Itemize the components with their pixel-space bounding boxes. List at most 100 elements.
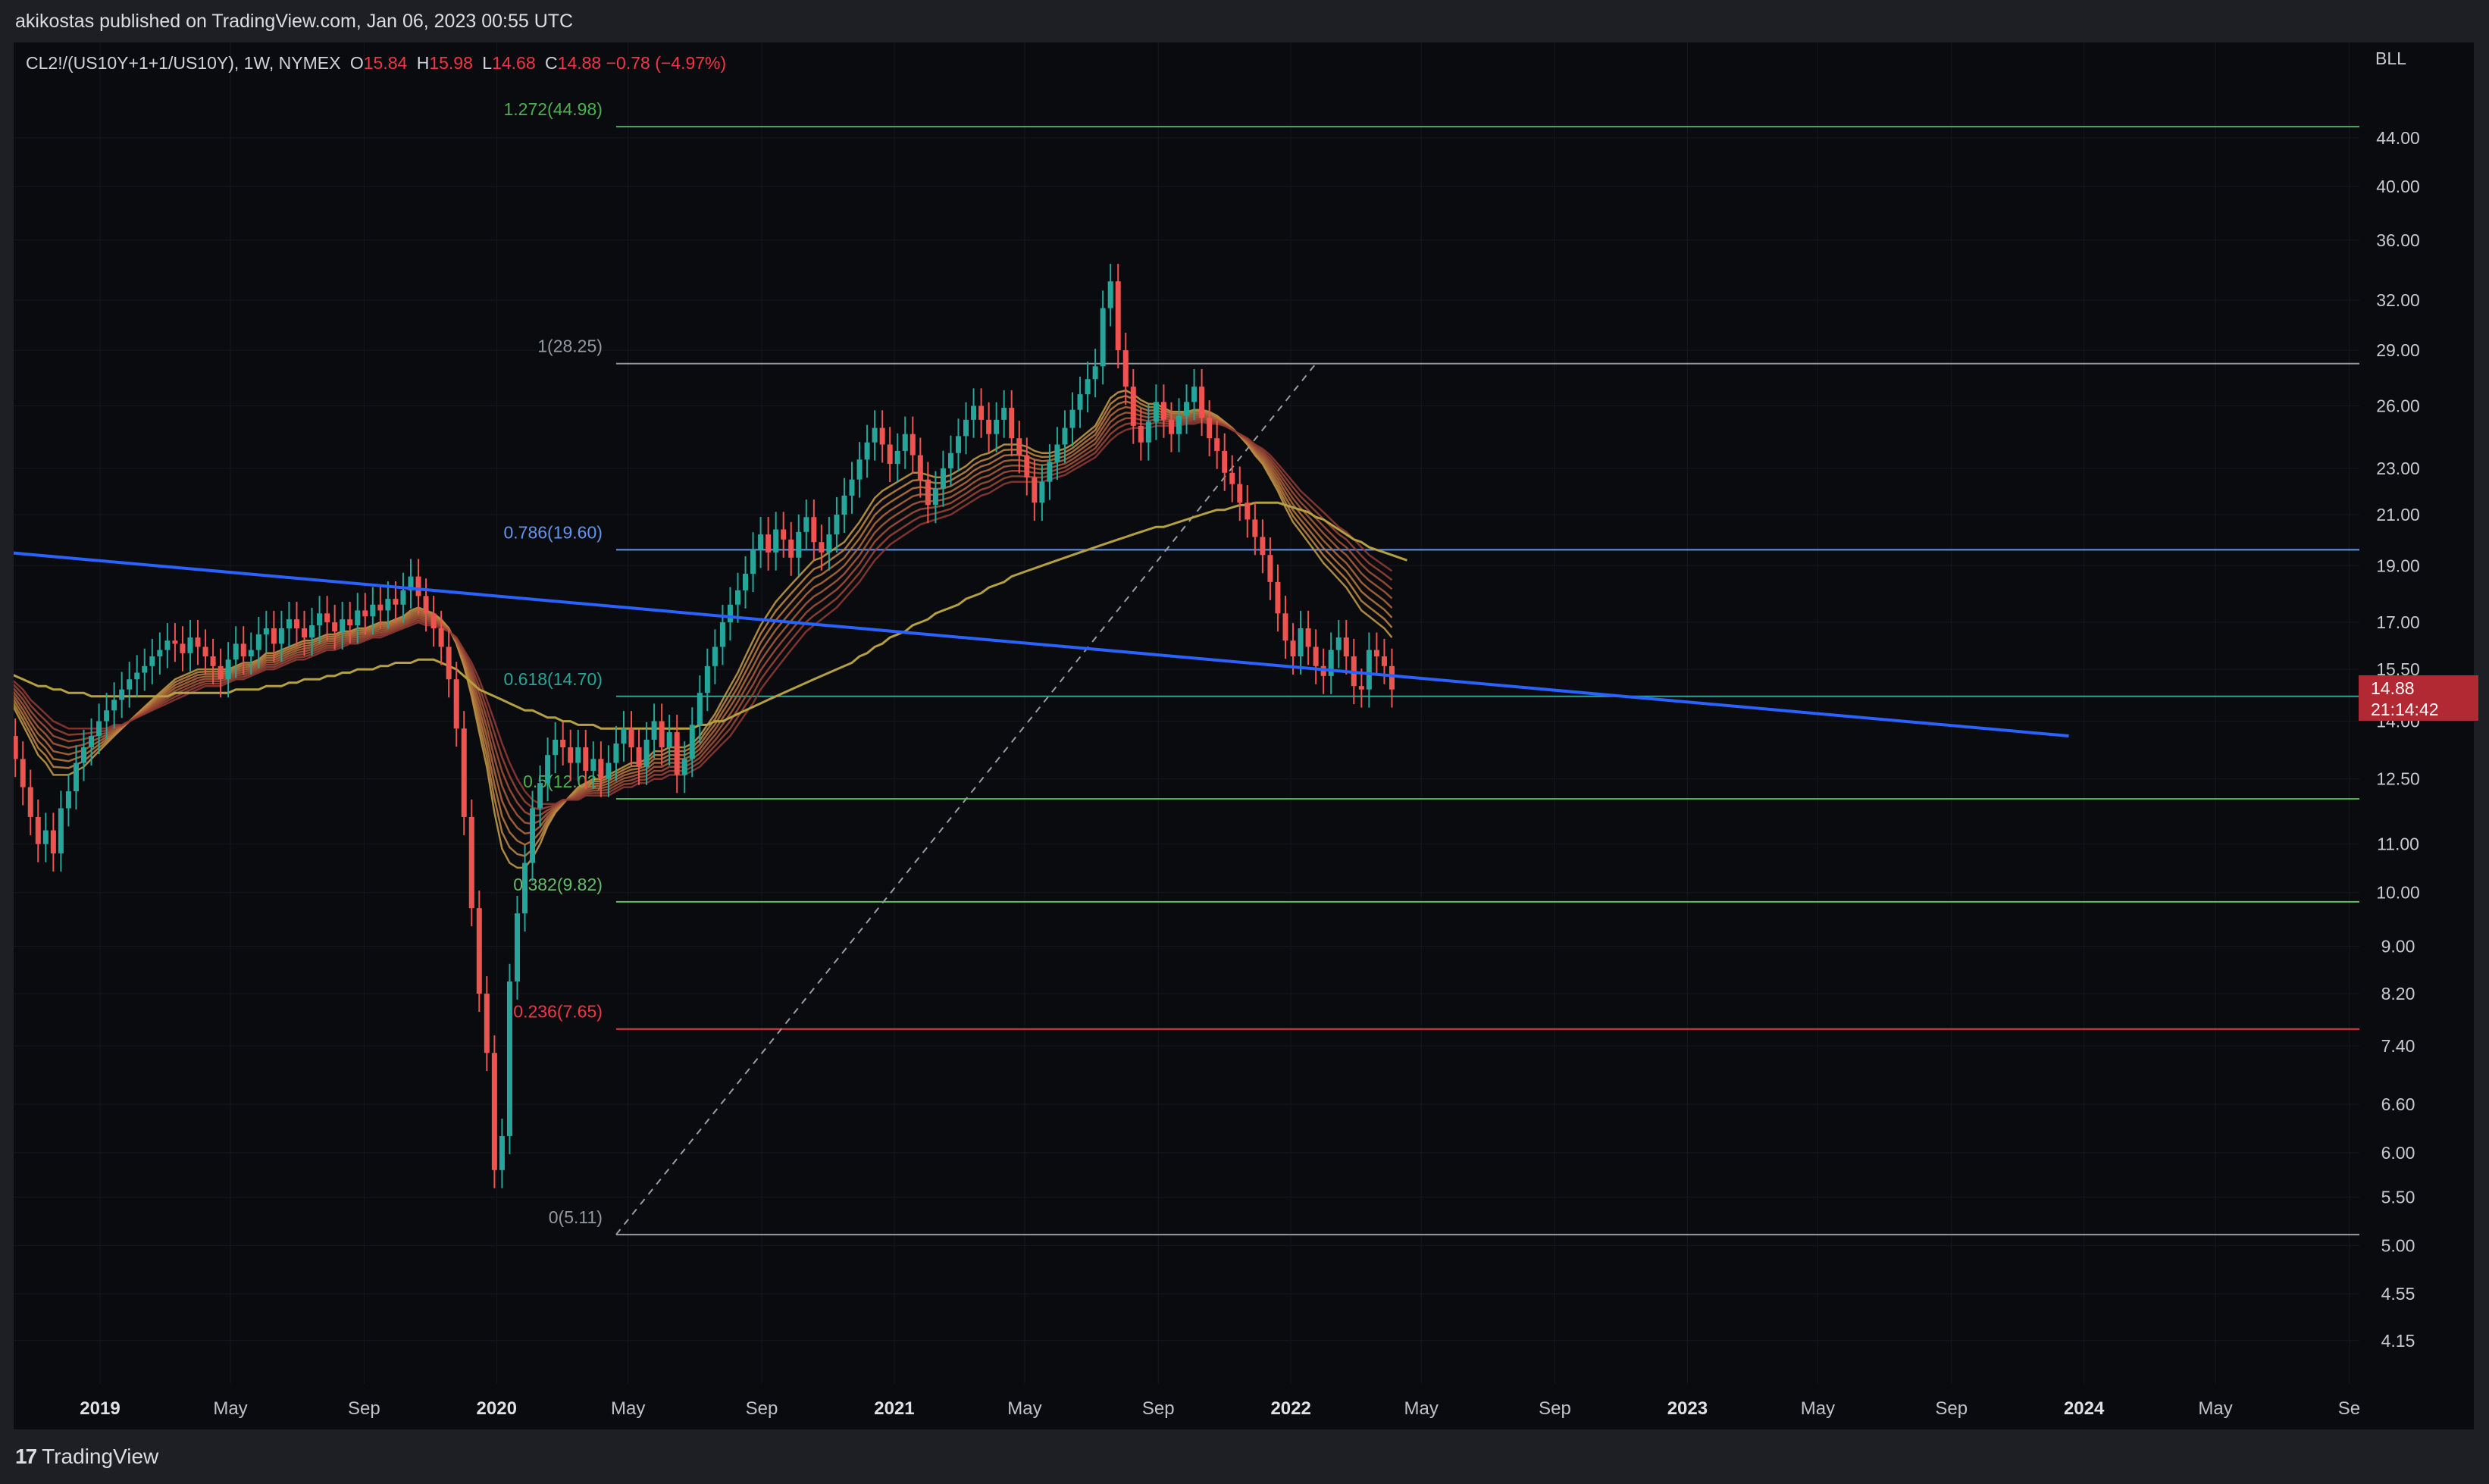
candle-body — [628, 728, 634, 748]
price-tick-label: 9.00 — [2381, 937, 2415, 956]
tradingview-logo[interactable]: 17 TradingView — [15, 1445, 158, 1469]
candle-body — [180, 643, 186, 653]
candle-body — [42, 830, 49, 844]
candle-body — [111, 700, 117, 711]
close-value: 14.88 — [557, 53, 602, 73]
candle-body — [142, 665, 148, 673]
moving-average-ribbon — [14, 389, 1407, 869]
price-tick-label: 29.00 — [2376, 340, 2420, 360]
candle-body — [1153, 402, 1159, 422]
candle-body — [1252, 519, 1258, 537]
candle-body — [1199, 387, 1205, 418]
candle-body — [233, 643, 239, 660]
candle-body — [255, 634, 261, 650]
last-price-value: 14.88 — [2371, 678, 2415, 698]
low-value: 14.68 — [492, 53, 536, 73]
time-tick-label: 2020 — [477, 1398, 517, 1419]
time-tick-label: 2019 — [80, 1398, 120, 1419]
candle-body — [1176, 415, 1182, 434]
candle-body — [1032, 477, 1038, 503]
candle-body — [355, 610, 361, 626]
candle-body — [484, 994, 490, 1054]
candle-body — [377, 604, 384, 611]
candle-body — [1381, 656, 1387, 666]
change-value: −0.78 (−4.97%) — [606, 53, 727, 73]
candle-body — [994, 419, 1000, 434]
candle-body — [89, 736, 95, 748]
candle-body — [887, 444, 893, 465]
candle-body — [1145, 421, 1151, 443]
candle-body — [1016, 438, 1022, 456]
logo-text: TradingView — [42, 1445, 159, 1468]
candle-body — [719, 622, 725, 647]
price-tick-label: 32.00 — [2376, 290, 2420, 310]
currency-label[interactable]: BLL — [2375, 49, 2406, 69]
price-tick-label: 17.00 — [2376, 612, 2420, 632]
ema-ribbon-line — [14, 400, 1393, 846]
candle-body — [446, 647, 452, 680]
candle-body — [1160, 402, 1166, 420]
candle-body — [659, 721, 665, 748]
candle-body — [1115, 281, 1121, 351]
price-tick-label: 10.00 — [2376, 883, 2420, 903]
candle-body — [362, 610, 368, 617]
price-axis[interactable]: 44.00 40.00 36.00 32.00 29.00 26.00 23.00 21.00… — [2376, 128, 2420, 1351]
candle-body — [1168, 419, 1174, 434]
candle-body — [1085, 379, 1091, 395]
symbol-label: CL2!/(US10Y+1+1/US10Y), 1W, NYMEX — [26, 53, 341, 73]
candle-body — [621, 728, 627, 744]
candle-body — [1366, 650, 1372, 690]
candle-body — [606, 762, 612, 779]
candle-body — [347, 619, 353, 626]
candle-body — [955, 436, 961, 453]
candle-body — [925, 479, 931, 506]
candle-body — [1207, 418, 1213, 439]
time-tick-label: Sep — [746, 1398, 778, 1419]
candle-body — [119, 689, 125, 700]
time-axis[interactable]: 2019 May Sep 2020 May Sep 2021 May Sep 2022 May Sep… — [80, 1398, 2360, 1419]
candle-body — [1214, 438, 1220, 451]
candle-body — [1009, 408, 1015, 439]
candle-body — [894, 450, 900, 465]
candlesticks — [14, 264, 1395, 1188]
last-price-label: 14.88 21:14:42 — [2359, 675, 2478, 721]
candle-body — [1267, 555, 1273, 582]
candle-body — [796, 531, 802, 558]
price-chart[interactable]: 1.272(44.98) 1(28.25) 0.786(19.60) 0.618(14… — [14, 42, 2474, 1429]
candle-body — [575, 747, 581, 763]
candle-body — [811, 517, 817, 543]
publisher-text: akikostas published on TradingView.com, … — [15, 11, 574, 32]
candle-body — [65, 791, 71, 809]
candle-body — [20, 759, 26, 787]
price-tick-label: 6.00 — [2381, 1143, 2415, 1163]
candle-body — [758, 534, 764, 550]
candle-body — [286, 619, 292, 629]
fib-level-label: 0.786(19.60) — [503, 522, 602, 542]
candle-body — [453, 679, 459, 729]
candle-body — [940, 468, 946, 489]
candle-body — [73, 762, 79, 792]
candle-body — [1191, 387, 1198, 402]
candle-body — [385, 599, 391, 611]
time-tick-label: Se — [2338, 1398, 2360, 1419]
candle-body — [332, 622, 338, 632]
chart-panel[interactable]: 1.272(44.98) 1(28.25) 0.786(19.60) 0.618(14… — [14, 42, 2478, 1429]
candle-body — [910, 434, 916, 456]
candle-body — [149, 656, 155, 666]
price-tick-label: 4.15 — [2381, 1331, 2415, 1351]
price-tick-label: 8.20 — [2381, 984, 2415, 1003]
fib-level-label: 0(5.11) — [549, 1207, 603, 1227]
candle-body — [370, 604, 376, 617]
candle-body — [225, 659, 231, 680]
candle-body — [697, 693, 703, 725]
open-value: 15.84 — [363, 53, 408, 73]
time-tick-label: 2024 — [2064, 1398, 2105, 1419]
candle-body — [476, 908, 482, 994]
candle-body — [218, 665, 224, 680]
candle-body — [400, 590, 406, 605]
fib-retracement[interactable]: 1.272(44.98) 1(28.25) 0.786(19.60) 0.618(14… — [503, 99, 2359, 1235]
candle-body — [1107, 281, 1113, 308]
price-tick-label: 36.00 — [2376, 230, 2420, 250]
candle-body — [1069, 409, 1075, 428]
candle-body — [1305, 628, 1311, 647]
